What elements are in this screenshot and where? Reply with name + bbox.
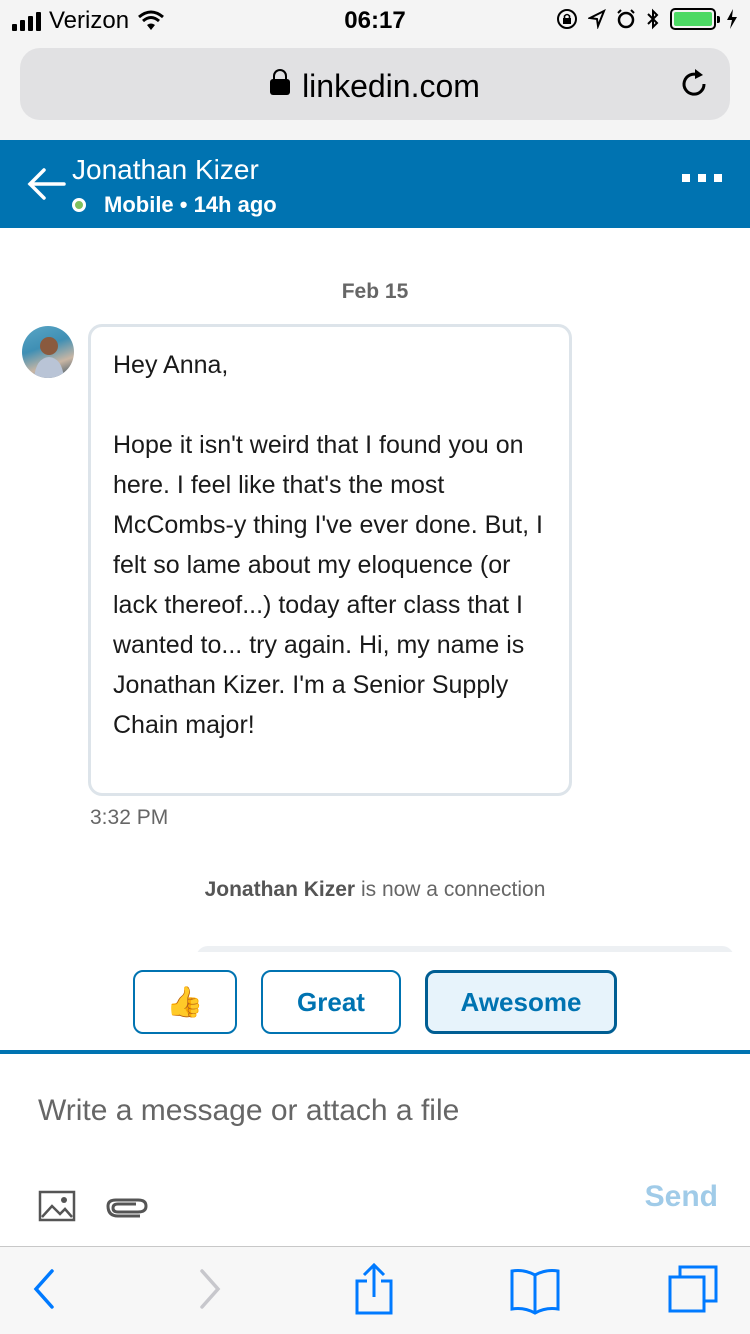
reload-icon[interactable] bbox=[676, 66, 712, 102]
alarm-icon bbox=[617, 9, 635, 29]
url-text: linkedin.com bbox=[302, 68, 480, 104]
thumbs-up-reply-button[interactable]: 👍 bbox=[133, 970, 237, 1034]
quick-replies: 👍 Great Awesome bbox=[0, 952, 750, 1052]
paperclip-icon[interactable] bbox=[104, 1192, 152, 1220]
bluetooth-icon bbox=[647, 8, 659, 30]
back-icon[interactable] bbox=[30, 1267, 56, 1311]
date-separator: Feb 15 bbox=[341, 280, 409, 303]
conversation-header: Jonathan Kizer Mobile • 14h ago bbox=[0, 140, 750, 228]
battery-icon bbox=[670, 8, 720, 30]
contact-status: Mobile • 14h ago bbox=[72, 192, 277, 218]
status-bar-right bbox=[556, 8, 738, 30]
browser-chrome: linkedin.com bbox=[0, 40, 750, 140]
url-display[interactable]: linkedin.com bbox=[20, 68, 730, 105]
lock-icon bbox=[270, 69, 291, 95]
forward-icon[interactable] bbox=[198, 1267, 224, 1311]
image-icon[interactable] bbox=[38, 1190, 76, 1222]
connection-notice: Jonathan Kizer is now a connection bbox=[0, 878, 750, 902]
thumbs-up-icon: 👍 bbox=[166, 985, 204, 1019]
awesome-reply-button[interactable]: Awesome bbox=[425, 970, 617, 1034]
connection-name[interactable]: Jonathan Kizer bbox=[205, 878, 356, 901]
tabs-icon[interactable] bbox=[666, 1263, 720, 1315]
charging-icon bbox=[727, 9, 737, 29]
more-options-icon[interactable] bbox=[682, 174, 722, 182]
avatar[interactable] bbox=[22, 326, 74, 378]
avatar-photo bbox=[34, 337, 64, 378]
browser-toolbar bbox=[0, 1246, 750, 1334]
message-timestamp: 3:32 PM bbox=[90, 806, 169, 829]
location-icon bbox=[588, 9, 606, 29]
orientation-lock-icon bbox=[557, 9, 577, 29]
send-button[interactable]: Send bbox=[645, 1180, 718, 1214]
share-icon[interactable] bbox=[352, 1263, 396, 1315]
contact-name[interactable]: Jonathan Kizer bbox=[72, 154, 259, 186]
message-bubble: Hey Anna, Hope it isn't weird that I fou… bbox=[88, 324, 572, 796]
bookmarks-icon[interactable] bbox=[508, 1267, 562, 1315]
online-status-icon bbox=[72, 198, 86, 212]
status-text: Mobile • 14h ago bbox=[104, 192, 277, 217]
status-bar: Verizon 06:17 bbox=[0, 0, 750, 40]
message-composer: Send bbox=[0, 1054, 750, 1246]
connection-text: is now a connection bbox=[355, 878, 546, 901]
great-reply-button[interactable]: Great bbox=[261, 970, 401, 1034]
address-bar[interactable]: linkedin.com bbox=[20, 48, 730, 120]
back-arrow-icon[interactable] bbox=[24, 162, 68, 206]
message-input[interactable] bbox=[38, 1086, 718, 1136]
